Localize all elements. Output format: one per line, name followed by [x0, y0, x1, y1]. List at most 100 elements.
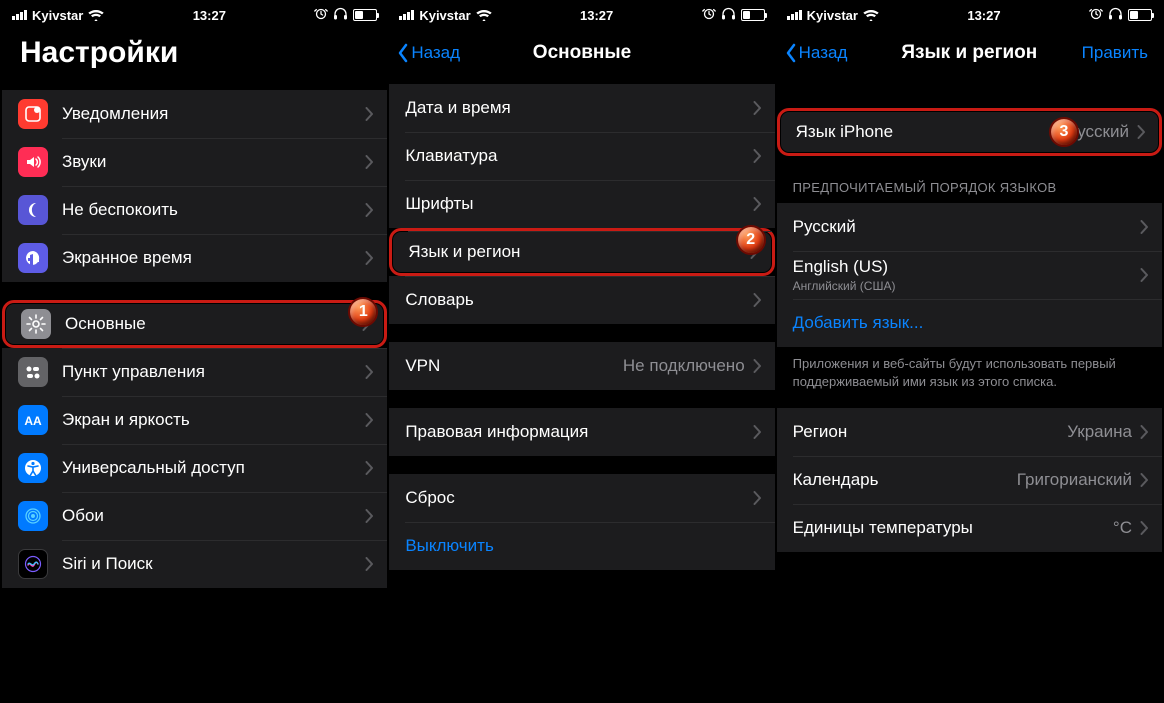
screen-general: Kyivstar 13:27 Назад Основные Дата и вре… [387, 2, 774, 701]
chevron-right-icon [365, 557, 373, 571]
settings-row[interactable]: Шрифты [389, 180, 774, 228]
row-label: Звуки [62, 152, 357, 172]
chevron-right-icon [365, 203, 373, 217]
row-label: Экран и яркость [62, 410, 357, 430]
settings-row[interactable]: РегионУкраина [777, 408, 1162, 456]
row-label: Основные [65, 314, 354, 334]
page-title: Основные [533, 42, 631, 64]
row-label: Экранное время [62, 248, 357, 268]
edit-button[interactable]: Править [1082, 28, 1148, 78]
settings-row[interactable]: VPNНе подключено [389, 342, 774, 390]
row-label: Русский [793, 217, 1132, 237]
screen-language-region: Kyivstar 13:27 Назад Язык и регион Прави… [775, 2, 1162, 701]
row-label: Обои [62, 506, 357, 526]
battery-icon [741, 9, 765, 21]
settings-row[interactable]: Экранное время [2, 234, 387, 282]
battery-icon [1128, 9, 1152, 21]
row-value: °C [1113, 518, 1132, 538]
settings-row[interactable]: Основные1 [2, 300, 387, 348]
back-button[interactable]: Назад [397, 28, 460, 78]
settings-row[interactable]: Единицы температуры °C [777, 504, 1162, 552]
accessibility-icon [18, 453, 48, 483]
settings-row[interactable]: КалендарьГригорианский [777, 456, 1162, 504]
row-label: VPN [405, 356, 615, 376]
gear-icon [21, 309, 51, 339]
settings-row[interactable]: AA Экран и яркость [2, 396, 387, 444]
settings-row[interactable]: Язык и регион2 [389, 228, 774, 276]
row-label: Язык iPhone [796, 122, 1058, 142]
step-marker: 2 [736, 225, 766, 255]
group-iphone-lang: Язык iPhoneРусский3 [777, 108, 1162, 156]
nav-bar: Назад Язык и регион Править [777, 28, 1162, 78]
screentime-icon [18, 243, 48, 273]
settings-row[interactable]: Словарь [389, 276, 774, 324]
chevron-right-icon [365, 107, 373, 121]
chevron-right-icon [1140, 268, 1148, 282]
clock: 13:27 [580, 8, 613, 23]
notifications-icon [18, 99, 48, 129]
chevron-right-icon [365, 461, 373, 475]
settings-list[interactable]: Уведомления Звуки Не беспокоить Экранное вр… [2, 84, 387, 701]
group-header: ПРЕДПОЧИТАЕМЫЙ ПОРЯДОК ЯЗЫКОВ [777, 174, 1162, 203]
back-button[interactable]: Назад [785, 28, 848, 78]
row-label: Добавить язык... [793, 313, 1148, 333]
settings-row[interactable]: Обои [2, 492, 387, 540]
row-value: Украина [1067, 422, 1132, 442]
settings-row[interactable]: Звуки [2, 138, 387, 186]
carrier-label: Kyivstar [32, 8, 83, 23]
row-value: Григорианский [1017, 470, 1132, 490]
headphones-icon [333, 7, 348, 23]
group-general: Основные1 Пункт управления AA Экран и яркос… [2, 300, 387, 588]
row-label: Пункт управления [62, 362, 357, 382]
alarm-icon [702, 7, 716, 23]
settings-row[interactable]: Сброс [389, 474, 774, 522]
svg-text:AA: AA [24, 414, 42, 428]
wallpaper-icon [18, 501, 48, 531]
group-legal: Правовая информация [389, 408, 774, 456]
row-label: Сброс [405, 488, 744, 508]
chevron-right-icon [365, 509, 373, 523]
alarm-icon [1089, 7, 1103, 23]
wifi-icon [863, 9, 879, 21]
status-bar: Kyivstar 13:27 [2, 2, 387, 28]
step-marker: 3 [1049, 117, 1079, 147]
chevron-right-icon [753, 293, 761, 307]
language-list[interactable]: Язык iPhoneРусский3 ПРЕДПОЧИТАЕМЫЙ ПОРЯД… [777, 78, 1162, 701]
settings-row[interactable]: Русский [777, 203, 1162, 251]
step-marker: 1 [348, 297, 378, 327]
row-label: Siri и Поиск [62, 554, 357, 574]
settings-row[interactable]: Дата и время [389, 84, 774, 132]
row-label: Правовая информация [405, 422, 744, 442]
row-label: Единицы температуры [793, 518, 1105, 538]
settings-row[interactable]: Универсальный доступ [2, 444, 387, 492]
settings-row[interactable]: Уведомления [2, 90, 387, 138]
settings-row[interactable]: Siri и Поиск [2, 540, 387, 588]
settings-row[interactable]: Правовая информация [389, 408, 774, 456]
settings-row[interactable]: Клавиатура [389, 132, 774, 180]
settings-row[interactable]: Пункт управления [2, 348, 387, 396]
chevron-right-icon [365, 365, 373, 379]
chevron-right-icon [753, 359, 761, 373]
battery-icon [353, 9, 377, 21]
settings-row[interactable]: Язык iPhoneРусский3 [777, 108, 1162, 156]
signal-icon [787, 10, 802, 20]
page-title: Настройки [20, 28, 178, 84]
row-label: Словарь [405, 290, 744, 310]
wifi-icon [88, 9, 104, 21]
sounds-icon [18, 147, 48, 177]
group-reset: Сброс Выключить [389, 474, 774, 570]
settings-row[interactable]: Не беспокоить [2, 186, 387, 234]
display-icon: AA [18, 405, 48, 435]
group-vpn: VPNНе подключено [389, 342, 774, 390]
nav-bar: Назад Основные [389, 28, 774, 78]
chevron-right-icon [365, 155, 373, 169]
general-list[interactable]: Дата и времяКлавиатураШрифтыЯзык и регио… [389, 78, 774, 701]
settings-row[interactable]: Добавить язык... [777, 299, 1162, 347]
settings-row[interactable]: Выключить [389, 522, 774, 570]
row-sublabel: Английский (США) [793, 279, 1132, 293]
siri-icon [18, 549, 48, 579]
group-notifications: Уведомления Звуки Не беспокоить Экранное вр… [2, 90, 387, 282]
row-label: Универсальный доступ [62, 458, 357, 478]
alarm-icon [314, 7, 328, 23]
settings-row[interactable]: English (US)Английский (США) [777, 251, 1162, 299]
